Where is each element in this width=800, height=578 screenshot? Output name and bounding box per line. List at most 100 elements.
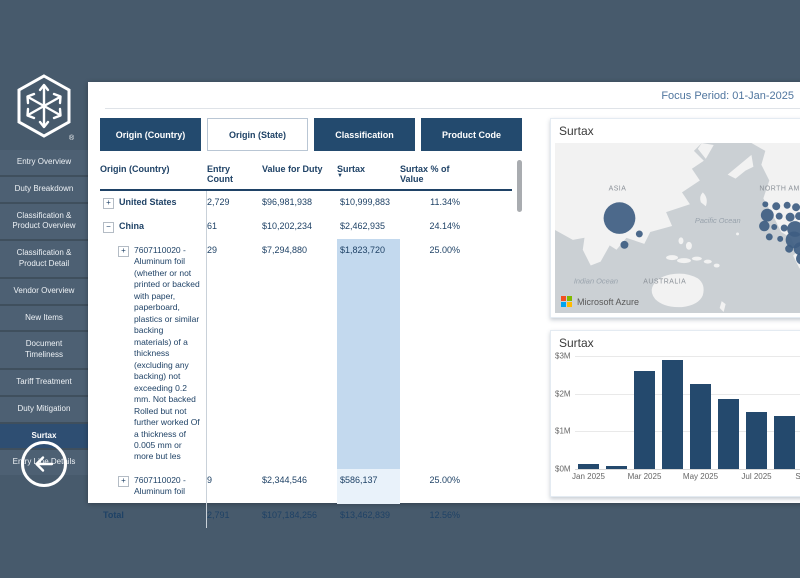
surtax-bubble[interactable] — [772, 202, 780, 210]
surtax-bubble[interactable] — [784, 202, 791, 209]
surtax-bubble[interactable] — [786, 213, 795, 222]
row-label: United States — [119, 197, 202, 209]
surtax-bubble[interactable] — [781, 225, 788, 232]
row-header-cell: −China — [100, 215, 207, 239]
tab-origin-state-[interactable]: Origin (State) — [207, 118, 308, 151]
row-header-cell: +7607110020 - Aluminum foil — [100, 469, 207, 504]
surtax-pct-cell: 24.14% — [400, 215, 462, 239]
bar-chart-plot: $0M$1M$2M$3M — [551, 356, 800, 469]
collapse-icon[interactable]: − — [103, 222, 114, 233]
entry-count-cell: 2,729 — [207, 191, 262, 215]
value-for-duty-cell: $96,981,938 — [262, 191, 337, 215]
sidebar-item-tariff-treatment[interactable]: Tariff Treatment — [0, 370, 88, 395]
column-header-value-for-duty[interactable]: Value for Duty — [262, 162, 337, 189]
surtax-bubble[interactable] — [771, 224, 777, 230]
sidebar-item-classification-product-overview[interactable]: Classification & Product Overview — [0, 204, 88, 240]
surtax-bubble[interactable] — [777, 236, 783, 242]
surtax-bubble[interactable] — [759, 221, 770, 231]
surtax-bubble[interactable] — [766, 233, 773, 240]
sidebar-item-duty-breakdown[interactable]: Duty Breakdown — [0, 177, 88, 202]
tab-origin-country-[interactable]: Origin (Country) — [100, 118, 201, 151]
x-axis-tick-label: Mar 2025 — [628, 472, 662, 481]
row-label: China — [119, 221, 202, 233]
bar-jun-2025[interactable] — [718, 399, 739, 469]
map-label-asia: ASIA — [609, 185, 627, 192]
sidebar-item-classification-product-detail[interactable]: Classification & Product Detail — [0, 241, 88, 277]
bar-feb-2025[interactable] — [606, 466, 627, 469]
expand-icon[interactable]: + — [118, 476, 129, 487]
tab-classification[interactable]: Classification — [314, 118, 415, 151]
bar-may-2025[interactable] — [690, 384, 711, 469]
azure-attribution-label: Microsoft Azure — [577, 297, 639, 307]
surtax-matrix: Origin (Country) Entry Count Value for D… — [100, 162, 512, 528]
bar-series — [578, 356, 795, 469]
value-for-duty-cell: $2,344,546 — [262, 469, 337, 504]
entry-count-cell: 9 — [207, 469, 262, 504]
surtax-bar-chart-card: Surtax $0M $1M $2M $3M Jan 2025 Mar 2025 May … — [550, 330, 800, 497]
surtax-bubble[interactable] — [792, 203, 800, 211]
x-axis-tick-label: Jan 2025 — [572, 472, 605, 481]
sidebar-item-vendor-overview[interactable]: Vendor Overview — [0, 279, 88, 304]
column-header-entry-count[interactable]: Entry Count — [207, 162, 262, 189]
azure-map[interactable]: ASIA NORTH AMERICA Pacific Ocean Indian … — [555, 143, 800, 313]
x-axis-tick-label: Jul 2025 — [741, 472, 771, 481]
back-button[interactable] — [21, 441, 67, 487]
row-header-cell: + United States — [100, 191, 207, 215]
surtax-bubble[interactable] — [776, 213, 783, 220]
expand-icon[interactable]: + — [118, 246, 129, 257]
y-axis-tick-label: $0M — [555, 465, 571, 474]
y-axis-tick-label: $3M — [555, 352, 571, 361]
map-label-north-america: NORTH AMERICA — [759, 185, 800, 192]
surtax-bubble[interactable] — [761, 209, 774, 222]
report-canvas: Focus Period: 01-Jan-2025 Origin (Countr… — [88, 82, 800, 503]
bar-mar-2025[interactable] — [634, 371, 655, 469]
bar-jul-2025[interactable] — [746, 412, 767, 469]
bar-aug-2025[interactable] — [774, 416, 795, 469]
sidebar-item-entry-overview[interactable]: Entry Overview — [0, 150, 88, 175]
sidebar-nav: Entry OverviewDuty BreakdownClassificati… — [0, 150, 88, 475]
matrix-scrollbar[interactable] — [517, 160, 522, 212]
bar-apr-2025[interactable] — [662, 360, 683, 469]
surtax-bubble[interactable] — [604, 202, 636, 234]
gridline — [575, 469, 800, 470]
svg-text:®: ® — [69, 134, 74, 142]
surtax-pct-cell: 25.00% — [400, 239, 462, 469]
sidebar-item-document-timeliness[interactable]: Document Timeliness — [0, 332, 88, 368]
bar-jan-2025[interactable] — [578, 464, 599, 469]
company-logo-icon: ® — [14, 72, 74, 146]
value-for-duty-cell: $7,294,880 — [262, 239, 337, 469]
matrix-row[interactable]: −China61$10,202,234$2,462,93524.14% — [100, 215, 512, 239]
microsoft-logo-icon — [561, 296, 572, 307]
matrix-row[interactable]: +7607110020 - Aluminum foil9$2,344,546$5… — [100, 469, 512, 504]
bar-chart-title: Surtax — [559, 336, 594, 350]
surtax-bubble[interactable] — [785, 245, 793, 253]
row-header-cell: Total — [100, 504, 207, 528]
tab-product-code[interactable]: Product Code — [421, 118, 522, 151]
expand-icon[interactable]: + — [103, 198, 114, 209]
x-axis-tick-label: Sep 2025 — [795, 472, 800, 481]
sort-descending-icon: ▼ — [337, 174, 396, 179]
column-header-surtax-pct[interactable]: Surtax % of Value — [400, 162, 462, 189]
row-label: 7607110020 - Aluminum foil (whether or n… — [134, 245, 202, 463]
sidebar-item-duty-mitigation[interactable]: Duty Mitigation — [0, 397, 88, 422]
row-label: 7607110020 - Aluminum foil — [134, 475, 202, 498]
column-header-origin-country[interactable]: Origin (Country) — [100, 162, 207, 189]
header-divider — [105, 108, 800, 109]
surtax-pct-cell: 12.56% — [400, 504, 462, 528]
surtax-cell: $13,462,839 — [337, 504, 400, 528]
y-axis-tick-label: $2M — [555, 389, 571, 398]
sidebar-item-new-items[interactable]: New Items — [0, 306, 88, 331]
surtax-cell: $10,999,883 — [337, 191, 400, 215]
y-axis-tick-label: $1M — [555, 427, 571, 436]
column-header-surtax[interactable]: Surtax ▼ — [337, 162, 400, 189]
entry-count-cell: 2,791 — [207, 504, 262, 528]
surtax-pct-cell: 11.34% — [400, 191, 462, 215]
x-axis-tick-label: May 2025 — [683, 472, 718, 481]
value-for-duty-cell: $107,184,256 — [262, 504, 337, 528]
matrix-row[interactable]: + United States 2,729$96,981,938$10,999,88… — [100, 191, 512, 215]
surtax-bubble[interactable] — [762, 201, 768, 207]
surtax-bubble[interactable] — [636, 230, 643, 237]
matrix-total-row[interactable]: Total2,791$107,184,256$13,462,83912.56% — [100, 504, 512, 528]
surtax-bubble[interactable] — [620, 241, 628, 249]
matrix-row[interactable]: +7607110020 - Aluminum foil (whether or … — [100, 239, 512, 469]
